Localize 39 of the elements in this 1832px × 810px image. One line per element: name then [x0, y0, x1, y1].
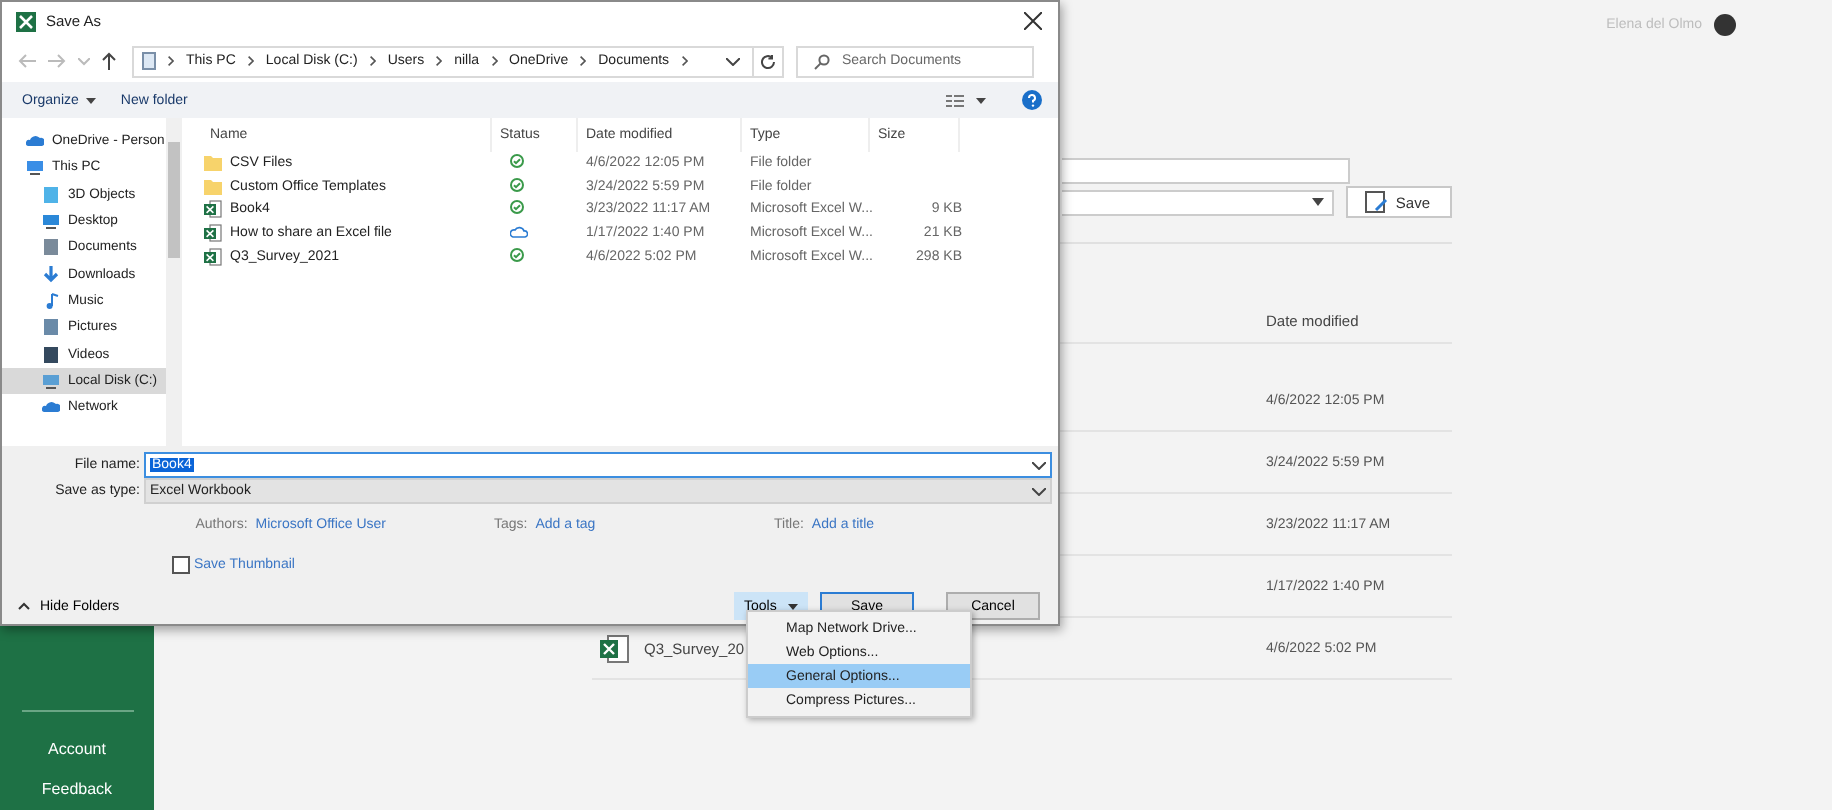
search-icon: [814, 53, 830, 69]
chevron-right-icon: [369, 56, 376, 66]
sidebar-item[interactable]: Feedback: [41, 770, 113, 810]
excel-file-icon: [204, 224, 222, 243]
refresh-icon: [760, 53, 776, 69]
save-icon: [1363, 190, 1388, 214]
excel-file-icon: [600, 633, 630, 663]
avatar-icon[interactable]: [1714, 13, 1736, 35]
chevron-right-icon: [168, 56, 174, 66]
caret-icon: [1311, 198, 1324, 206]
chevron-up-icon: [18, 602, 30, 610]
music-icon: [42, 291, 60, 310]
chevron-right-icon: [681, 56, 688, 66]
chevron-right-icon: [491, 56, 498, 66]
dropdown-icon: [1032, 461, 1046, 469]
desktop-icon: [42, 212, 60, 231]
excel-file-icon: [204, 200, 222, 219]
excel-file-icon: [204, 247, 222, 266]
dropdown-icon: [1032, 487, 1046, 495]
refresh-button[interactable]: [752, 45, 784, 77]
up-arrow-icon[interactable]: [102, 52, 116, 70]
checkbox[interactable]: [172, 556, 190, 574]
video-icon: [42, 345, 60, 364]
view-options-icon[interactable]: [946, 93, 986, 107]
help-icon[interactable]: [1022, 90, 1042, 110]
file-name-input[interactable]: [1062, 158, 1350, 184]
network-icon: [42, 398, 60, 417]
chevron-right-icon: [436, 56, 443, 66]
chevron-right-icon: [247, 56, 254, 66]
excel-icon: [16, 11, 36, 31]
caret-icon: [86, 97, 97, 103]
sidebar-item[interactable]: Account: [48, 730, 106, 770]
cloud-icon: [26, 132, 44, 151]
pc-icon: [142, 52, 156, 70]
pc-icon: [26, 158, 44, 177]
dropdown-icon[interactable]: [726, 57, 740, 65]
download-icon: [42, 265, 60, 284]
chevron-right-icon: [580, 56, 587, 66]
close-icon[interactable]: [1024, 12, 1042, 30]
